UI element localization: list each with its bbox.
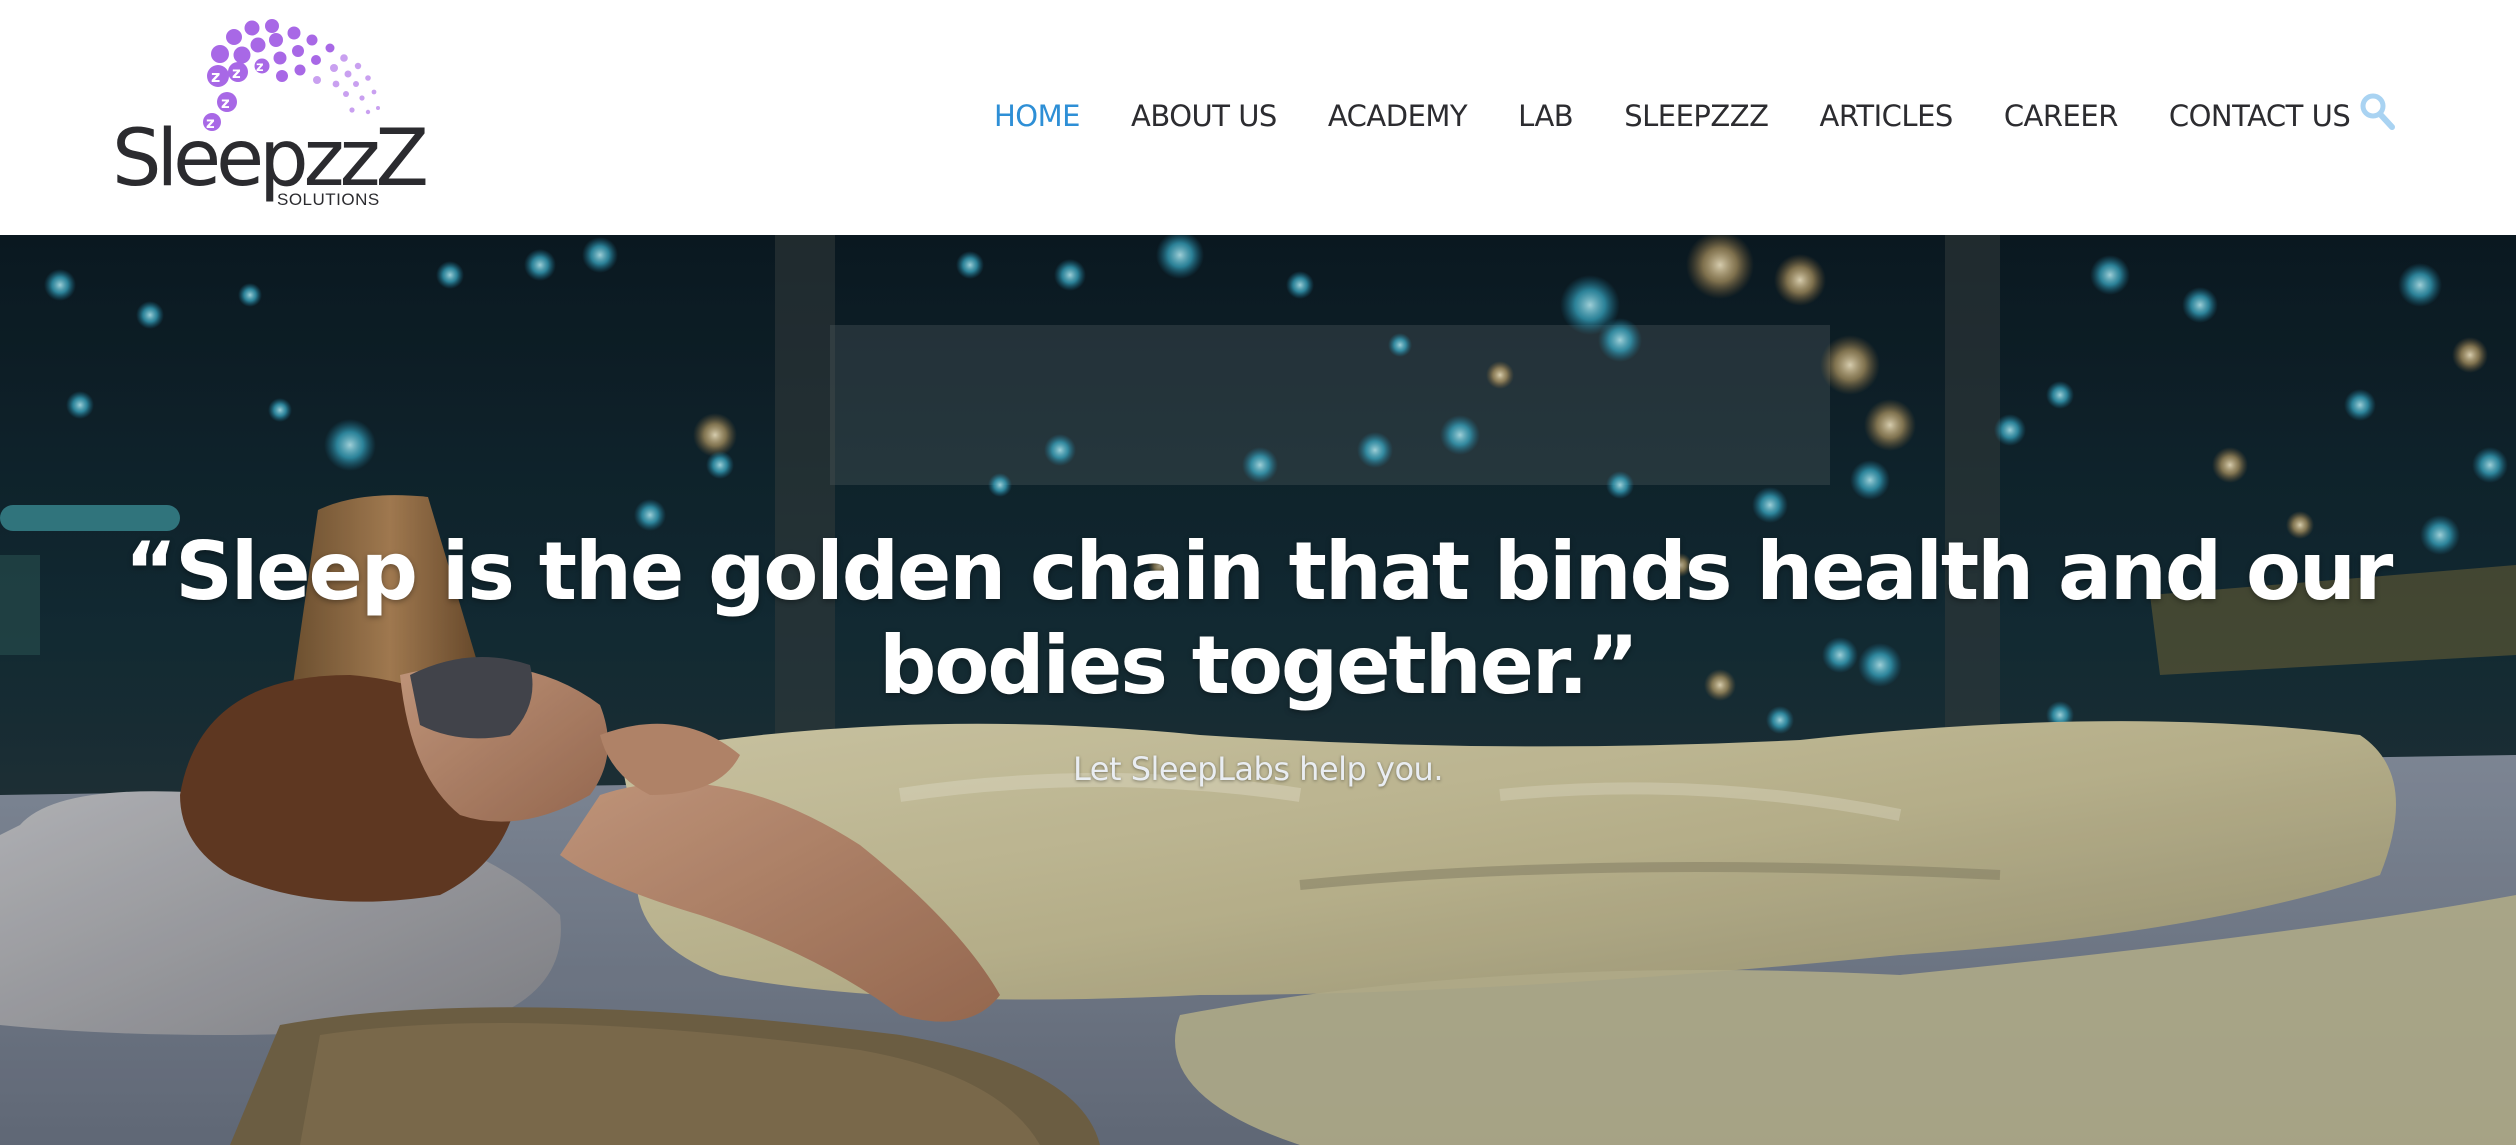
svg-text:z: z bbox=[211, 67, 220, 86]
brand-logo[interactable]: z z z z z SleepzzZ SOLUTIONS bbox=[112, 18, 429, 213]
svg-text:z: z bbox=[232, 64, 241, 82]
hero-banner: “Sleep is the golden chain that binds he… bbox=[0, 235, 2516, 1145]
hero-quote: “Sleep is the golden chain that binds he… bbox=[124, 525, 2394, 712]
main-nav: HOME ABOUT US ACADEMY LAB SLEEPZZZ ARTIC… bbox=[994, 96, 2351, 136]
nav-item-articles[interactable]: ARTICLES bbox=[1820, 99, 1954, 133]
svg-text:z: z bbox=[256, 60, 264, 75]
nav-item-about-us[interactable]: ABOUT US bbox=[1131, 99, 1277, 133]
nav-item-contact-us[interactable]: CONTACT US bbox=[2169, 99, 2351, 133]
nav-item-lab[interactable]: LAB bbox=[1518, 99, 1574, 133]
brand-tagline: SOLUTIONS bbox=[277, 190, 380, 209]
site-header: z z z z z SleepzzZ SOLUTIONS HOME ABOUT … bbox=[0, 0, 2516, 235]
svg-text:z: z bbox=[221, 94, 230, 112]
nav-item-career[interactable]: CAREER bbox=[2004, 99, 2119, 133]
brand-name: SleepzzZ bbox=[112, 114, 429, 204]
hero-subtitle: Let SleepLabs help you. bbox=[1073, 750, 1443, 788]
nav-item-home[interactable]: HOME bbox=[994, 99, 1080, 133]
search-icon[interactable] bbox=[2358, 92, 2398, 132]
nav-item-sleepzzz[interactable]: SLEEPZZZ bbox=[1624, 99, 1769, 133]
nav-item-academy[interactable]: ACADEMY bbox=[1328, 99, 1468, 133]
